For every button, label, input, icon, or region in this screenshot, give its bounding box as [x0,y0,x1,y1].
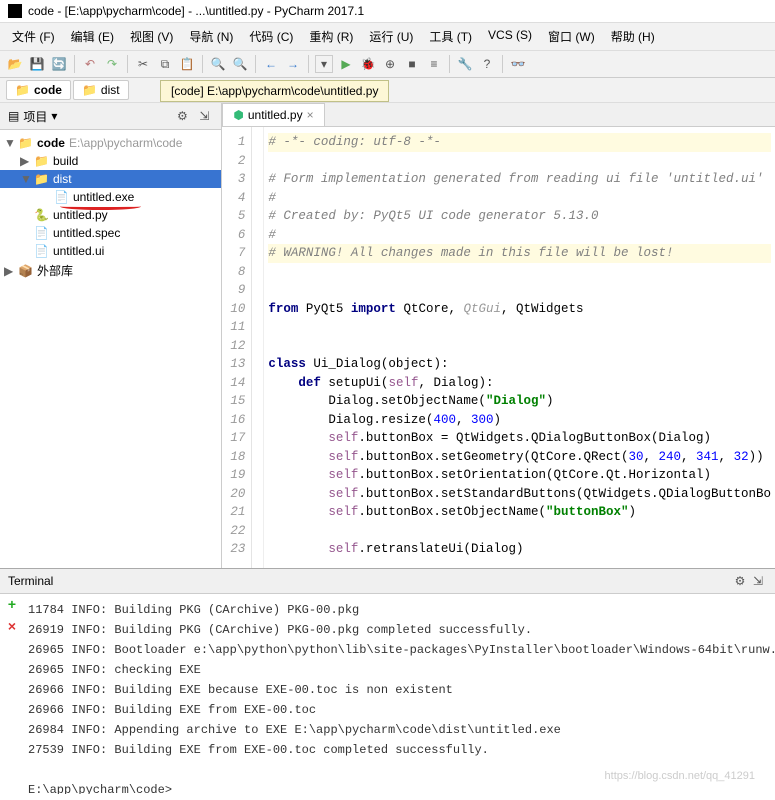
menu-item[interactable]: 文件 (F) [6,26,61,47]
tree-item[interactable]: ▶📦 外部库 [0,260,221,281]
search-icon[interactable]: 👓 [509,55,527,73]
menu-item[interactable]: 工具 (T) [423,26,478,47]
code-body[interactable]: # -*- coding: utf-8 -*- # Form implement… [264,127,775,568]
close-terminal-icon[interactable]: × [8,620,16,636]
python-icon: ⬢ [233,108,243,122]
refresh-icon[interactable]: 🔄 [50,55,68,73]
run-icon[interactable]: ▶ [337,55,355,73]
terminal-side: + × [0,594,24,794]
new-terminal-icon[interactable]: + [8,598,16,614]
paste-icon[interactable]: 📋 [178,55,196,73]
dropdown-icon[interactable]: ▾ [315,55,333,73]
cut-icon[interactable]: ✂ [134,55,152,73]
gear-icon[interactable]: ⚙ [731,572,749,590]
tree-item[interactable]: ▼📁 code E:\app\pycharm\code [0,134,221,152]
window-title: code - [E:\app\pycharm\code] - ...\untit… [28,4,364,18]
line-gutter: 1234567891011121314151617181920212223 [222,127,252,568]
tree-item[interactable]: 📄 untitled.ui [0,242,221,260]
folder-icon: ▤ [8,109,19,123]
breadcrumb: 📁code 📁dist [code] E:\app\pycharm\code\u… [0,78,775,103]
open-icon[interactable]: 📂 [6,55,24,73]
terminal-output[interactable]: 11784 INFO: Building PKG (CArchive) PKG-… [24,594,775,794]
stop-icon[interactable]: ■ [403,55,421,73]
undo-icon[interactable]: ↶ [81,55,99,73]
minimize-icon[interactable]: ⇲ [749,572,767,590]
path-tooltip: [code] E:\app\pycharm\code\untitled.py [160,80,389,102]
zoom-in-icon[interactable]: 🔍 [231,55,249,73]
dropdown-icon[interactable]: ▾ [51,109,57,123]
code-editor[interactable]: 1234567891011121314151617181920212223 # … [222,127,775,568]
title-bar: code - [E:\app\pycharm\code] - ...\untit… [0,0,775,23]
save-icon[interactable]: 💾 [28,55,46,73]
sidebar-title: 项目 [23,108,47,125]
menu-item[interactable]: 运行 (U) [363,26,419,47]
tree-item[interactable]: ▼📁 dist [0,170,221,188]
menu-item[interactable]: 帮助 (H) [605,26,661,47]
terminal-header: Terminal ⚙ ⇲ [0,569,775,594]
attach-icon[interactable]: ⊕ [381,55,399,73]
breadcrumb-item[interactable]: 📁dist [73,80,129,100]
coverage-icon[interactable]: ≡ [425,55,443,73]
editor-area: ⬢ untitled.py × 123456789101112131415161… [222,103,775,568]
menu-item[interactable]: 窗口 (W) [542,26,601,47]
help-icon[interactable]: ? [478,55,496,73]
tree-item[interactable]: ▶📁 build [0,152,221,170]
menu-bar: 文件 (F)编辑 (E)视图 (V)导航 (N)代码 (C)重构 (R)运行 (… [0,23,775,51]
toolbar: 📂 💾 🔄 ↶ ↷ ✂ ⧉ 📋 🔍 🔍 ← → ▾ ▶ 🐞 ⊕ ■ ≡ 🔧 ? … [0,51,775,78]
debug-icon[interactable]: 🐞 [359,55,377,73]
app-icon [8,4,22,18]
menu-item[interactable]: 代码 (C) [243,26,299,47]
menu-item[interactable]: 编辑 (E) [65,26,120,47]
breadcrumb-item[interactable]: 📁code [6,80,71,100]
watermark: https://blog.csdn.net/qq_41291 [605,770,755,782]
editor-tabs: ⬢ untitled.py × [222,103,775,127]
project-tree[interactable]: ▼📁 code E:\app\pycharm\code▶📁 build▼📁 di… [0,130,221,568]
fold-column [252,127,264,568]
menu-item[interactable]: 导航 (N) [183,26,239,47]
terminal-title: Terminal [8,574,53,588]
tree-item[interactable]: 📄 untitled.exe [0,188,221,206]
close-icon[interactable]: × [307,108,314,122]
back-icon[interactable]: ← [262,55,280,73]
settings-icon[interactable]: 🔧 [456,55,474,73]
tree-item[interactable]: 📄 untitled.spec [0,224,221,242]
menu-item[interactable]: VCS (S) [482,26,538,47]
sidebar-header: ▤ 项目 ▾ ⚙ ⇲ [0,103,221,130]
zoom-out-icon[interactable]: 🔍 [209,55,227,73]
menu-item[interactable]: 视图 (V) [124,26,179,47]
menu-item[interactable]: 重构 (R) [303,26,359,47]
redo-icon[interactable]: ↷ [103,55,121,73]
project-sidebar: ▤ 项目 ▾ ⚙ ⇲ ▼📁 code E:\app\pycharm\code▶📁… [0,103,222,568]
collapse-icon[interactable]: ⇲ [195,107,213,125]
tab-untitled[interactable]: ⬢ untitled.py × [222,103,324,126]
gear-icon[interactable]: ⚙ [173,107,191,125]
tab-label: untitled.py [248,108,303,122]
terminal-panel: Terminal ⚙ ⇲ + × 11784 INFO: Building PK… [0,568,775,794]
copy-icon[interactable]: ⧉ [156,55,174,73]
forward-icon[interactable]: → [284,55,302,73]
